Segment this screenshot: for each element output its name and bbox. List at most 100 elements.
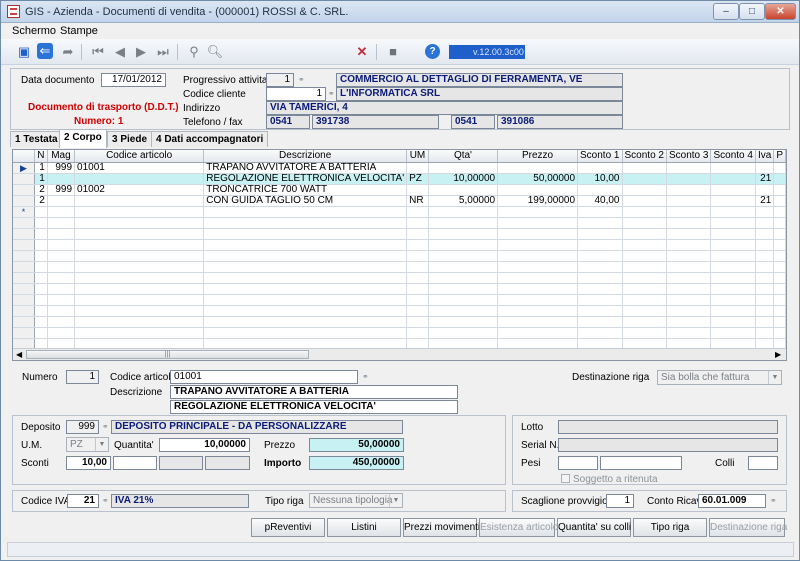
cell-codice[interactable] [74,250,205,262]
cell-s3[interactable] [666,283,712,295]
cell-desc[interactable] [203,250,408,262]
cell-n[interactable] [34,228,48,240]
rows-grid[interactable]: N Mag Codice articolo Descrizione UM Qta… [12,149,787,361]
cell-um[interactable] [406,305,429,317]
col-prezzo[interactable]: Prezzo [497,150,579,163]
cell-codice[interactable] [74,206,205,218]
cell-s3[interactable] [666,195,712,207]
cell-iva[interactable] [755,228,775,240]
cell-prezzo[interactable] [497,305,579,317]
cell-s4[interactable] [710,195,756,207]
row-marker[interactable] [13,239,35,251]
row-marker[interactable] [13,217,35,229]
cell-n[interactable]: 2 [34,195,48,207]
lookup-icon[interactable]: ⚭ [102,496,109,505]
cell-s2[interactable] [622,250,667,262]
cell-codice[interactable] [74,283,205,295]
cell-mag[interactable] [47,173,76,185]
cell-um[interactable] [406,283,429,295]
cell-s3[interactable] [666,327,712,339]
menu-stampe[interactable]: Stampe [60,25,98,37]
codice-cliente-field[interactable]: 1 [266,87,326,101]
cell-desc[interactable] [203,305,408,317]
cell-iva[interactable] [755,316,775,328]
row-marker[interactable] [13,305,35,317]
lookup-icon[interactable]: ⚭ [102,422,109,431]
sconto2-field[interactable] [113,456,157,470]
listini-button[interactable]: Listini [327,518,401,537]
cell-codice[interactable] [74,195,205,207]
table-row[interactable] [13,239,786,251]
cell-codice[interactable] [74,305,205,317]
cell-s1[interactable] [577,272,623,284]
cell-p[interactable] [773,173,786,185]
cell-desc[interactable]: CON GUIDA TAGLIO 50 CM [203,195,408,207]
col-codice-articolo[interactable]: Codice articolo [74,150,205,163]
cell-um[interactable] [406,250,429,262]
next-record-icon[interactable]: ▶ [132,43,150,61]
col-descrizione[interactable]: Descrizione [203,150,408,163]
row-marker[interactable]: * [13,206,35,218]
cell-p[interactable] [773,206,786,218]
cell-iva[interactable]: 21 [755,173,775,185]
help-icon[interactable]: ? [425,44,440,59]
cell-s1[interactable]: 10,00 [577,173,623,185]
cell-s3[interactable] [666,206,712,218]
cell-um[interactable] [406,294,429,306]
cell-p[interactable] [773,305,786,317]
cell-s3[interactable] [666,173,712,185]
quantita-field[interactable]: 10,00000 [159,438,250,452]
cell-prezzo[interactable] [497,217,579,229]
cell-s3[interactable] [666,272,712,284]
cell-desc[interactable] [203,327,408,339]
cell-n[interactable] [34,283,48,295]
peso-lordo-field[interactable] [558,456,598,470]
cell-qta[interactable] [428,206,499,218]
cell-mag[interactable] [47,272,76,284]
tab-dati-accompagnatori[interactable]: 4 Dati accompagnatori [151,131,269,147]
cell-s1[interactable] [577,316,623,328]
cell-s2[interactable] [622,261,667,273]
cell-desc[interactable] [203,294,408,306]
table-row[interactable] [13,250,786,262]
horizontal-scrollbar[interactable]: ◀ ||| ▶ [13,348,786,360]
cell-s2[interactable] [622,283,667,295]
table-row[interactable]: 2 CON GUIDA TAGLIO 50 CM NR 5,00000 199,0000… [13,195,786,207]
cell-s3[interactable] [666,294,712,306]
table-row[interactable]: ▶ 1 999 01001 TRAPANO AVVITATORE A BATTERIA [13,162,786,174]
cell-um[interactable]: NR [406,195,429,207]
cell-codice[interactable] [74,261,205,273]
cell-p[interactable] [773,228,786,240]
cell-prezzo[interactable] [497,316,579,328]
table-row[interactable]: * [13,206,786,218]
cell-prezzo[interactable] [497,206,579,218]
table-row[interactable] [13,261,786,273]
cell-s1[interactable] [577,327,623,339]
cell-n[interactable]: 1 [34,162,48,174]
cell-desc[interactable]: REGOLAZIONE ELETTRONICA VELOCITA' [203,173,408,185]
cell-um[interactable]: PZ [406,173,429,185]
cell-desc[interactable] [203,283,408,295]
cell-um[interactable] [406,272,429,284]
col-sconto4[interactable]: Sconto 4 [710,150,756,163]
cell-s1[interactable] [577,294,623,306]
cell-desc[interactable] [203,228,408,240]
cell-codice[interactable]: 01002 [74,184,205,196]
cell-p[interactable] [773,327,786,339]
col-sconto1[interactable]: Sconto 1 [577,150,623,163]
cell-codice[interactable] [74,217,205,229]
cell-qta[interactable] [428,239,499,251]
cell-p[interactable] [773,272,786,284]
cell-prezzo[interactable] [497,294,579,306]
cell-iva[interactable] [755,327,775,339]
cell-s1[interactable] [577,206,623,218]
cell-s2[interactable] [622,184,667,196]
col-p[interactable]: P [773,150,786,163]
cell-s4[interactable] [710,173,756,185]
last-record-icon[interactable]: ⏭ [154,43,172,61]
cell-iva[interactable] [755,294,775,306]
cell-um[interactable] [406,217,429,229]
cell-s3[interactable] [666,239,712,251]
tipo-riga-button[interactable]: Tipo riga [633,518,707,537]
lookup-icon[interactable]: ⚭ [362,372,369,381]
